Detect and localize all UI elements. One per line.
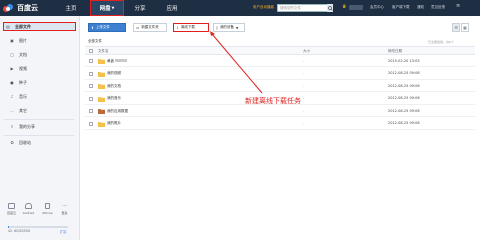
annotation-text: 新建离线下载任务 xyxy=(245,97,301,105)
annotation-arrow xyxy=(210,31,263,94)
app-window: 百度云 主页 网盘 ▼ 分享 应用 用户自动播客 搜索您的文件 ♛ 会员中心 客… xyxy=(0,0,480,240)
